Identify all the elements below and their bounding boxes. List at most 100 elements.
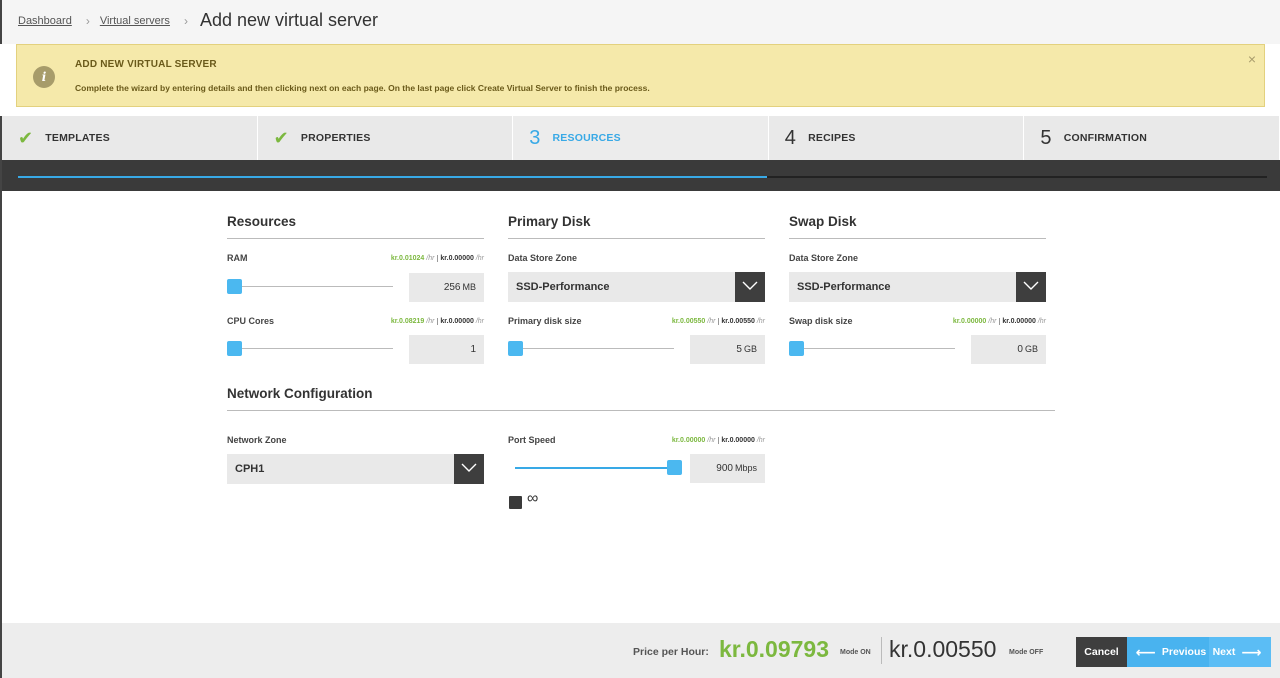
price-unit: /hr xyxy=(426,318,435,325)
wizard-content: Resources RAM kr.0.01024 /hr kr.0.00000 … xyxy=(0,191,1280,623)
page-title: Add new virtual server xyxy=(199,10,379,30)
progress-band xyxy=(0,160,1280,191)
step-templates[interactable]: ✔ TEMPLATES xyxy=(2,116,258,160)
value-number: 1 xyxy=(470,344,476,355)
chevron-down-icon[interactable] xyxy=(735,272,765,302)
price-mode-off: kr.0.00000 xyxy=(999,318,1036,325)
value-unit: Mbps xyxy=(734,463,757,473)
ram-value[interactable]: 256 MB xyxy=(409,273,484,302)
swap-zone-select[interactable]: SSD-Performance xyxy=(789,272,1046,302)
step-recipes[interactable]: 4 RECIPES xyxy=(769,116,1025,160)
price-per-hour-label: Price per Hour: xyxy=(633,646,709,658)
swap-disk-title: Swap Disk xyxy=(789,214,857,229)
wizard-progress-fill xyxy=(18,176,768,178)
divider xyxy=(881,637,882,664)
price-mode-off: kr.0.00000 xyxy=(718,437,755,444)
slider-handle[interactable] xyxy=(667,460,682,475)
port-speed-price: kr.0.00000 /hr kr.0.00000 /hr xyxy=(633,437,765,444)
value-number: 256 xyxy=(443,282,461,293)
ram-label: RAM xyxy=(227,253,248,263)
value-number: 900 xyxy=(716,463,733,474)
value-unit: GB xyxy=(743,344,757,354)
button-label: Previous xyxy=(1161,646,1207,658)
close-icon[interactable]: × xyxy=(1248,51,1256,67)
step-properties[interactable]: ✔ PROPERTIES xyxy=(258,116,514,160)
swap-size-label: Swap disk size xyxy=(789,316,853,326)
primary-zone-select[interactable]: SSD-Performance xyxy=(508,272,765,302)
previous-button[interactable]: ⟵ Previous xyxy=(1127,637,1209,667)
breadcrumb-virtual-servers[interactable]: Virtual servers xyxy=(100,15,170,27)
swap-size-value[interactable]: 0 GB xyxy=(971,335,1046,364)
chevron-right-icon: › xyxy=(85,13,90,28)
divider xyxy=(227,238,484,239)
price-unit: /hr xyxy=(756,318,765,325)
price-mode-on-total: kr.0.09793 xyxy=(719,636,830,662)
banner-title: ADD NEW VIRTUAL SERVER xyxy=(75,59,217,70)
step-label: CONFIRMATION xyxy=(1063,132,1147,144)
cpu-value[interactable]: 1 xyxy=(409,335,484,364)
primary-size-label: Primary disk size xyxy=(508,316,582,326)
port-speed-label: Port Speed xyxy=(508,435,556,445)
network-zone-select[interactable]: CPH1 xyxy=(227,454,484,484)
port-speed-value[interactable]: 900 Mbps xyxy=(690,454,765,483)
primary-size-slider[interactable] xyxy=(508,341,674,357)
price-mode-off: kr.0.00550 xyxy=(718,318,755,325)
slider-track xyxy=(789,348,955,349)
price-unit: /hr xyxy=(426,255,435,262)
price-unit: /hr xyxy=(475,255,484,262)
banner-text: Complete the wizard by entering details … xyxy=(75,83,650,93)
step-confirmation[interactable]: 5 CONFIRMATION xyxy=(1024,116,1280,160)
cpu-label: CPU Cores xyxy=(227,316,275,326)
unlimited-checkbox[interactable] xyxy=(509,496,522,509)
wizard-steps: ✔ TEMPLATES ✔ PROPERTIES 3 RESOURCES 4 R… xyxy=(0,116,1280,160)
step-label: PROPERTIES xyxy=(300,132,371,144)
price-mode-on: kr.0.08219 xyxy=(390,318,425,325)
chevron-down-icon[interactable] xyxy=(454,454,484,484)
price-unit: /hr xyxy=(1037,318,1046,325)
slider-handle[interactable] xyxy=(227,279,242,294)
port-speed-slider[interactable] xyxy=(515,460,682,476)
ram-price: kr.0.01024 /hr kr.0.00000 /hr xyxy=(352,255,484,262)
step-resources[interactable]: 3 RESOURCES xyxy=(513,116,769,160)
checkmark-icon: ✔ xyxy=(18,128,34,148)
breadcrumb-dashboard[interactable]: Dashboard xyxy=(18,15,72,27)
cpu-price: kr.0.08219 /hr kr.0.00000 /hr xyxy=(352,318,484,325)
slider-fill xyxy=(515,467,675,469)
price-unit: /hr xyxy=(756,437,765,444)
divider xyxy=(789,238,1046,239)
price-mode-on: kr.0.00550 xyxy=(671,318,706,325)
infinity-icon: ∞ xyxy=(527,490,539,507)
chevron-down-icon[interactable] xyxy=(1016,272,1046,302)
slider-track xyxy=(227,348,393,349)
price-unit: /hr xyxy=(707,318,716,325)
slider-handle[interactable] xyxy=(227,341,242,356)
swap-size-slider[interactable] xyxy=(789,341,955,357)
primary-size-value[interactable]: 5 GB xyxy=(690,335,765,364)
slider-handle[interactable] xyxy=(789,341,804,356)
step-number: 5 xyxy=(1040,126,1052,149)
select-value: CPH1 xyxy=(235,463,265,475)
price-mode-on: kr.0.01024 xyxy=(390,255,425,262)
chevron-right-icon: › xyxy=(183,13,188,28)
slider-track xyxy=(508,348,674,349)
price-mode-on: kr.0.00000 xyxy=(671,437,706,444)
network-title: Network Configuration xyxy=(227,386,373,401)
primary-size-price: kr.0.00550 /hr kr.0.00550 /hr xyxy=(633,318,765,325)
slider-track xyxy=(227,286,393,287)
select-value: SSD-Performance xyxy=(516,281,610,293)
value-unit: MB xyxy=(462,282,477,292)
button-label: Next xyxy=(1212,646,1236,658)
value-number: 5 xyxy=(736,344,742,355)
cancel-button[interactable]: Cancel xyxy=(1076,637,1127,667)
next-button[interactable]: Next ⟶ xyxy=(1209,637,1271,667)
price-mode-off: kr.0.00000 xyxy=(437,255,474,262)
slider-handle[interactable] xyxy=(508,341,523,356)
cpu-slider[interactable] xyxy=(227,341,393,357)
step-label: TEMPLATES xyxy=(45,132,110,144)
primary-zone-label: Data Store Zone xyxy=(508,253,578,263)
footer-bar: Price per Hour: kr.0.09793 Mode ON kr.0.… xyxy=(0,623,1280,678)
top-bar: Dashboard › Virtual servers › Add new vi… xyxy=(0,0,1280,44)
divider xyxy=(508,238,765,239)
swap-size-price: kr.0.00000 /hr kr.0.00000 /hr xyxy=(914,318,1046,325)
ram-slider[interactable] xyxy=(227,279,393,295)
